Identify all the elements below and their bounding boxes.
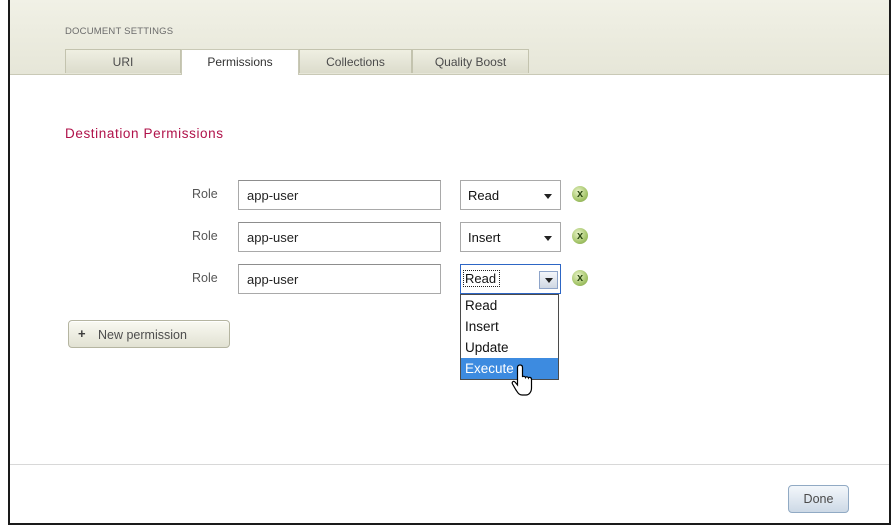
dropdown-option-read[interactable]: Read — [461, 295, 558, 316]
capability-select[interactable]: Insert — [460, 222, 561, 252]
dropdown-option-insert[interactable]: Insert — [461, 316, 558, 337]
done-button[interactable]: Done — [788, 485, 849, 513]
role-input[interactable] — [238, 180, 441, 210]
remove-x-icon[interactable]: x — [572, 186, 588, 202]
role-label: Role — [192, 229, 218, 243]
capability-select[interactable]: Read — [460, 180, 561, 210]
capability-select[interactable]: Read — [460, 264, 561, 294]
tab-permissions[interactable]: Permissions — [181, 49, 299, 75]
role-input[interactable] — [238, 222, 441, 252]
dropdown-option-update[interactable]: Update — [461, 337, 558, 358]
chevron-down-icon — [545, 278, 553, 283]
permission-row: Role Read x — [10, 180, 889, 210]
tab-quality-boost[interactable]: Quality Boost — [412, 49, 529, 73]
capability-value: Insert — [468, 230, 501, 245]
plus-icon: + — [78, 326, 86, 341]
capability-value: Read — [468, 188, 500, 203]
new-permission-button[interactable]: + New permission — [68, 320, 230, 348]
permission-row: Role Read x — [10, 264, 889, 294]
capability-value: Read — [462, 270, 501, 287]
pointer-cursor-icon — [511, 364, 533, 396]
tab-collections[interactable]: Collections — [299, 49, 412, 73]
tab-uri[interactable]: URI — [65, 49, 181, 73]
footer-divider — [10, 464, 889, 465]
role-input[interactable] — [238, 264, 441, 294]
document-settings-dialog: DOCUMENT SETTINGS URI Permissions Collec… — [8, 0, 891, 525]
chevron-down-icon — [544, 194, 552, 199]
dialog-section-label: DOCUMENT SETTINGS — [65, 26, 174, 37]
role-label: Role — [192, 187, 218, 201]
permission-row: Role Insert x — [10, 222, 889, 252]
capability-dropdown-list: Read Insert Update Execute — [460, 294, 559, 380]
remove-x-icon[interactable]: x — [572, 228, 588, 244]
remove-x-icon[interactable]: x — [572, 270, 588, 286]
dialog-header: DOCUMENT SETTINGS URI Permissions Collec… — [10, 0, 889, 75]
new-permission-label: New permission — [98, 328, 187, 342]
role-label: Role — [192, 271, 218, 285]
dropdown-option-execute[interactable]: Execute — [461, 358, 558, 379]
destination-permissions-title: Destination Permissions — [65, 126, 224, 141]
chevron-down-icon — [544, 236, 552, 241]
